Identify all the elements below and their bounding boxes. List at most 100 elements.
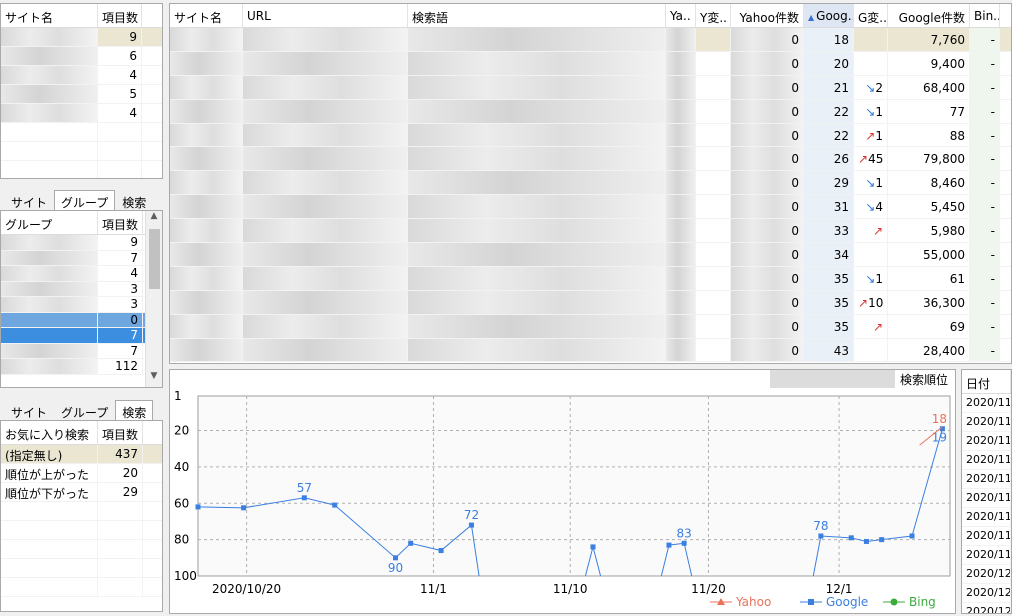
yahoo-count-cell: 0	[731, 266, 804, 290]
group-list-row[interactable]: 3	[1, 297, 145, 313]
yahoo-count-value: 0	[791, 295, 799, 310]
date-list-row[interactable]: 2020/11	[962, 432, 1011, 451]
tab-site[interactable]: サイト	[4, 400, 54, 420]
url-cell	[243, 75, 408, 99]
date-list-row[interactable]: 2020/11	[962, 394, 1011, 413]
site-count-column-header[interactable]: 項目数	[98, 4, 142, 27]
table-row[interactable]: 0 21 ↘2 68,400 -	[170, 75, 1011, 100]
keyword-cell	[408, 51, 666, 75]
date-list-row[interactable]: 2020/11	[962, 546, 1011, 565]
yahoo-change-cell	[696, 123, 731, 147]
data-point-google	[408, 540, 414, 546]
table-row[interactable]: 0 18 7,760 -	[170, 28, 1011, 52]
yahoo-count-value: 0	[791, 343, 799, 358]
data-point-google	[681, 540, 687, 546]
table-row[interactable]: 0 34 55,000 -	[170, 243, 1011, 267]
favorite-search-row[interactable]: 順位が上がった 20	[1, 464, 162, 483]
group-list-row[interactable]: 7	[1, 328, 145, 344]
table-row[interactable]: 0 31 ↘4 5,450 -	[170, 195, 1011, 220]
date-list-row[interactable]: 2020/12	[962, 565, 1011, 584]
group-count-column-header[interactable]: 項目数	[98, 211, 143, 234]
scroll-down-icon[interactable]: ▼	[146, 371, 162, 387]
favorite-count-column-header[interactable]: 項目数	[98, 421, 143, 444]
tab-group[interactable]: グループ	[54, 190, 116, 210]
google-count-cell: 28,400	[888, 338, 970, 362]
scroll-up-icon[interactable]: ▲	[146, 211, 162, 227]
yahoo-count-cell: 0	[731, 147, 804, 171]
date-cell: 2020/11	[962, 508, 1011, 526]
group-list-row[interactable]: 9	[1, 235, 145, 251]
bing-rank-column-header[interactable]: Bin..	[970, 4, 1000, 27]
site-list-row[interactable]: 5	[1, 85, 162, 104]
table-row[interactable]: 0 33 ↗ 5,980 -	[170, 219, 1011, 244]
google-change-cell: ↘1	[854, 99, 888, 123]
date-list-row[interactable]: 2020/11	[962, 489, 1011, 508]
group-list-row[interactable]: 7	[1, 343, 145, 359]
keyword-cell	[408, 28, 666, 51]
site-list-row[interactable]: 6	[1, 47, 162, 66]
date-list-row[interactable]: 2020/11	[962, 413, 1011, 432]
date-list-row[interactable]: 2020/12	[962, 603, 1011, 613]
yahoo-count-cell: 0	[731, 314, 804, 338]
table-row[interactable]: 0 20 9,400 -	[170, 51, 1011, 76]
url-column-header[interactable]: URL	[243, 4, 408, 27]
keyword-column-header[interactable]: 検索語	[408, 4, 666, 27]
group-name-column-header[interactable]: グループ	[1, 211, 98, 234]
date-column-header[interactable]: 日付	[962, 370, 1011, 393]
yahoo-count-column-header[interactable]: Yahoo件数	[731, 4, 804, 27]
group-list-row[interactable]: 7	[1, 250, 145, 266]
site-name-cell	[170, 75, 243, 99]
site-list-row[interactable]: 9	[1, 28, 162, 47]
table-row[interactable]: 0 22 ↘1 77 -	[170, 99, 1011, 124]
site-name-cell	[170, 28, 243, 51]
keyword-table-body: 0 18 7,760 - 0 20 9,400 - 0 21 ↘2 68,400…	[170, 28, 1011, 363]
tab-search[interactable]: 検索	[115, 190, 153, 210]
table-row[interactable]: 0 22 ↗1 88 -	[170, 123, 1011, 148]
group-name-cell	[1, 328, 98, 343]
group-list-row[interactable]: 3	[1, 281, 145, 297]
site-name-column-header[interactable]: サイト名	[1, 4, 98, 27]
table-row[interactable]: 0 26 ↗45 79,800 -	[170, 147, 1011, 172]
yahoo-rank-cell	[666, 290, 696, 314]
table-row[interactable]: 0 35 ↗ 69 -	[170, 314, 1011, 339]
yahoo-change-column-header[interactable]: Y変..	[696, 4, 731, 27]
group-count-cell: 3	[98, 281, 143, 296]
favorite-search-row[interactable]: 順位が下がった 29	[1, 483, 162, 502]
data-point-google	[468, 522, 474, 528]
site-list-row[interactable]: 4	[1, 66, 162, 85]
table-row[interactable]: 0 29 ↘1 8,460 -	[170, 171, 1011, 196]
column-header-label: Goog..	[816, 9, 854, 23]
date-list-row[interactable]: 2020/11	[962, 451, 1011, 470]
site-list-row[interactable]: 4	[1, 104, 162, 123]
yahoo-rank-column-header[interactable]: Ya..	[666, 4, 696, 27]
date-list-row[interactable]: 2020/11	[962, 508, 1011, 527]
rank-down-icon: ↘	[865, 271, 876, 286]
favorite-search-column-header[interactable]: お気に入り検索	[1, 421, 98, 444]
google-rank-cell: 18	[804, 28, 854, 51]
data-label: 90	[388, 561, 403, 575]
tab-group[interactable]: グループ	[54, 400, 115, 420]
scrollbar-thumb[interactable]	[149, 229, 160, 289]
tab-search[interactable]: 検索	[115, 400, 154, 420]
group-list-row[interactable]: 0	[1, 312, 145, 328]
site-list-header: サイト名 項目数	[1, 4, 162, 28]
table-row[interactable]: 0 43 28,400 -	[170, 338, 1011, 363]
google-count-column-header[interactable]: Google件数	[888, 4, 970, 27]
google-rank-column-header[interactable]: ▲ Goog..	[804, 4, 854, 27]
group-list-scrollbar[interactable]: ▲ ▼	[145, 211, 162, 387]
group-list-row[interactable]: 4	[1, 266, 145, 282]
tab-site[interactable]: サイト	[4, 190, 54, 210]
date-list-row[interactable]: 2020/11	[962, 470, 1011, 489]
group-list-row[interactable]: 112	[1, 359, 145, 375]
keyword-cell	[408, 338, 666, 362]
favorite-search-row[interactable]: (指定無し) 437	[1, 445, 162, 464]
table-row[interactable]: 0 35 ↗10 36,300 -	[170, 290, 1011, 315]
keyword-cell	[408, 171, 666, 195]
date-list-row[interactable]: 2020/11	[962, 527, 1011, 546]
site-name-column-header[interactable]: サイト名	[170, 4, 243, 27]
keyword-cell	[408, 314, 666, 338]
date-list-row[interactable]: 2020/12	[962, 584, 1011, 603]
yahoo-count-cell: 0	[731, 195, 804, 219]
google-change-column-header[interactable]: G変..	[854, 4, 888, 27]
table-row[interactable]: 0 35 ↘1 61 -	[170, 266, 1011, 291]
